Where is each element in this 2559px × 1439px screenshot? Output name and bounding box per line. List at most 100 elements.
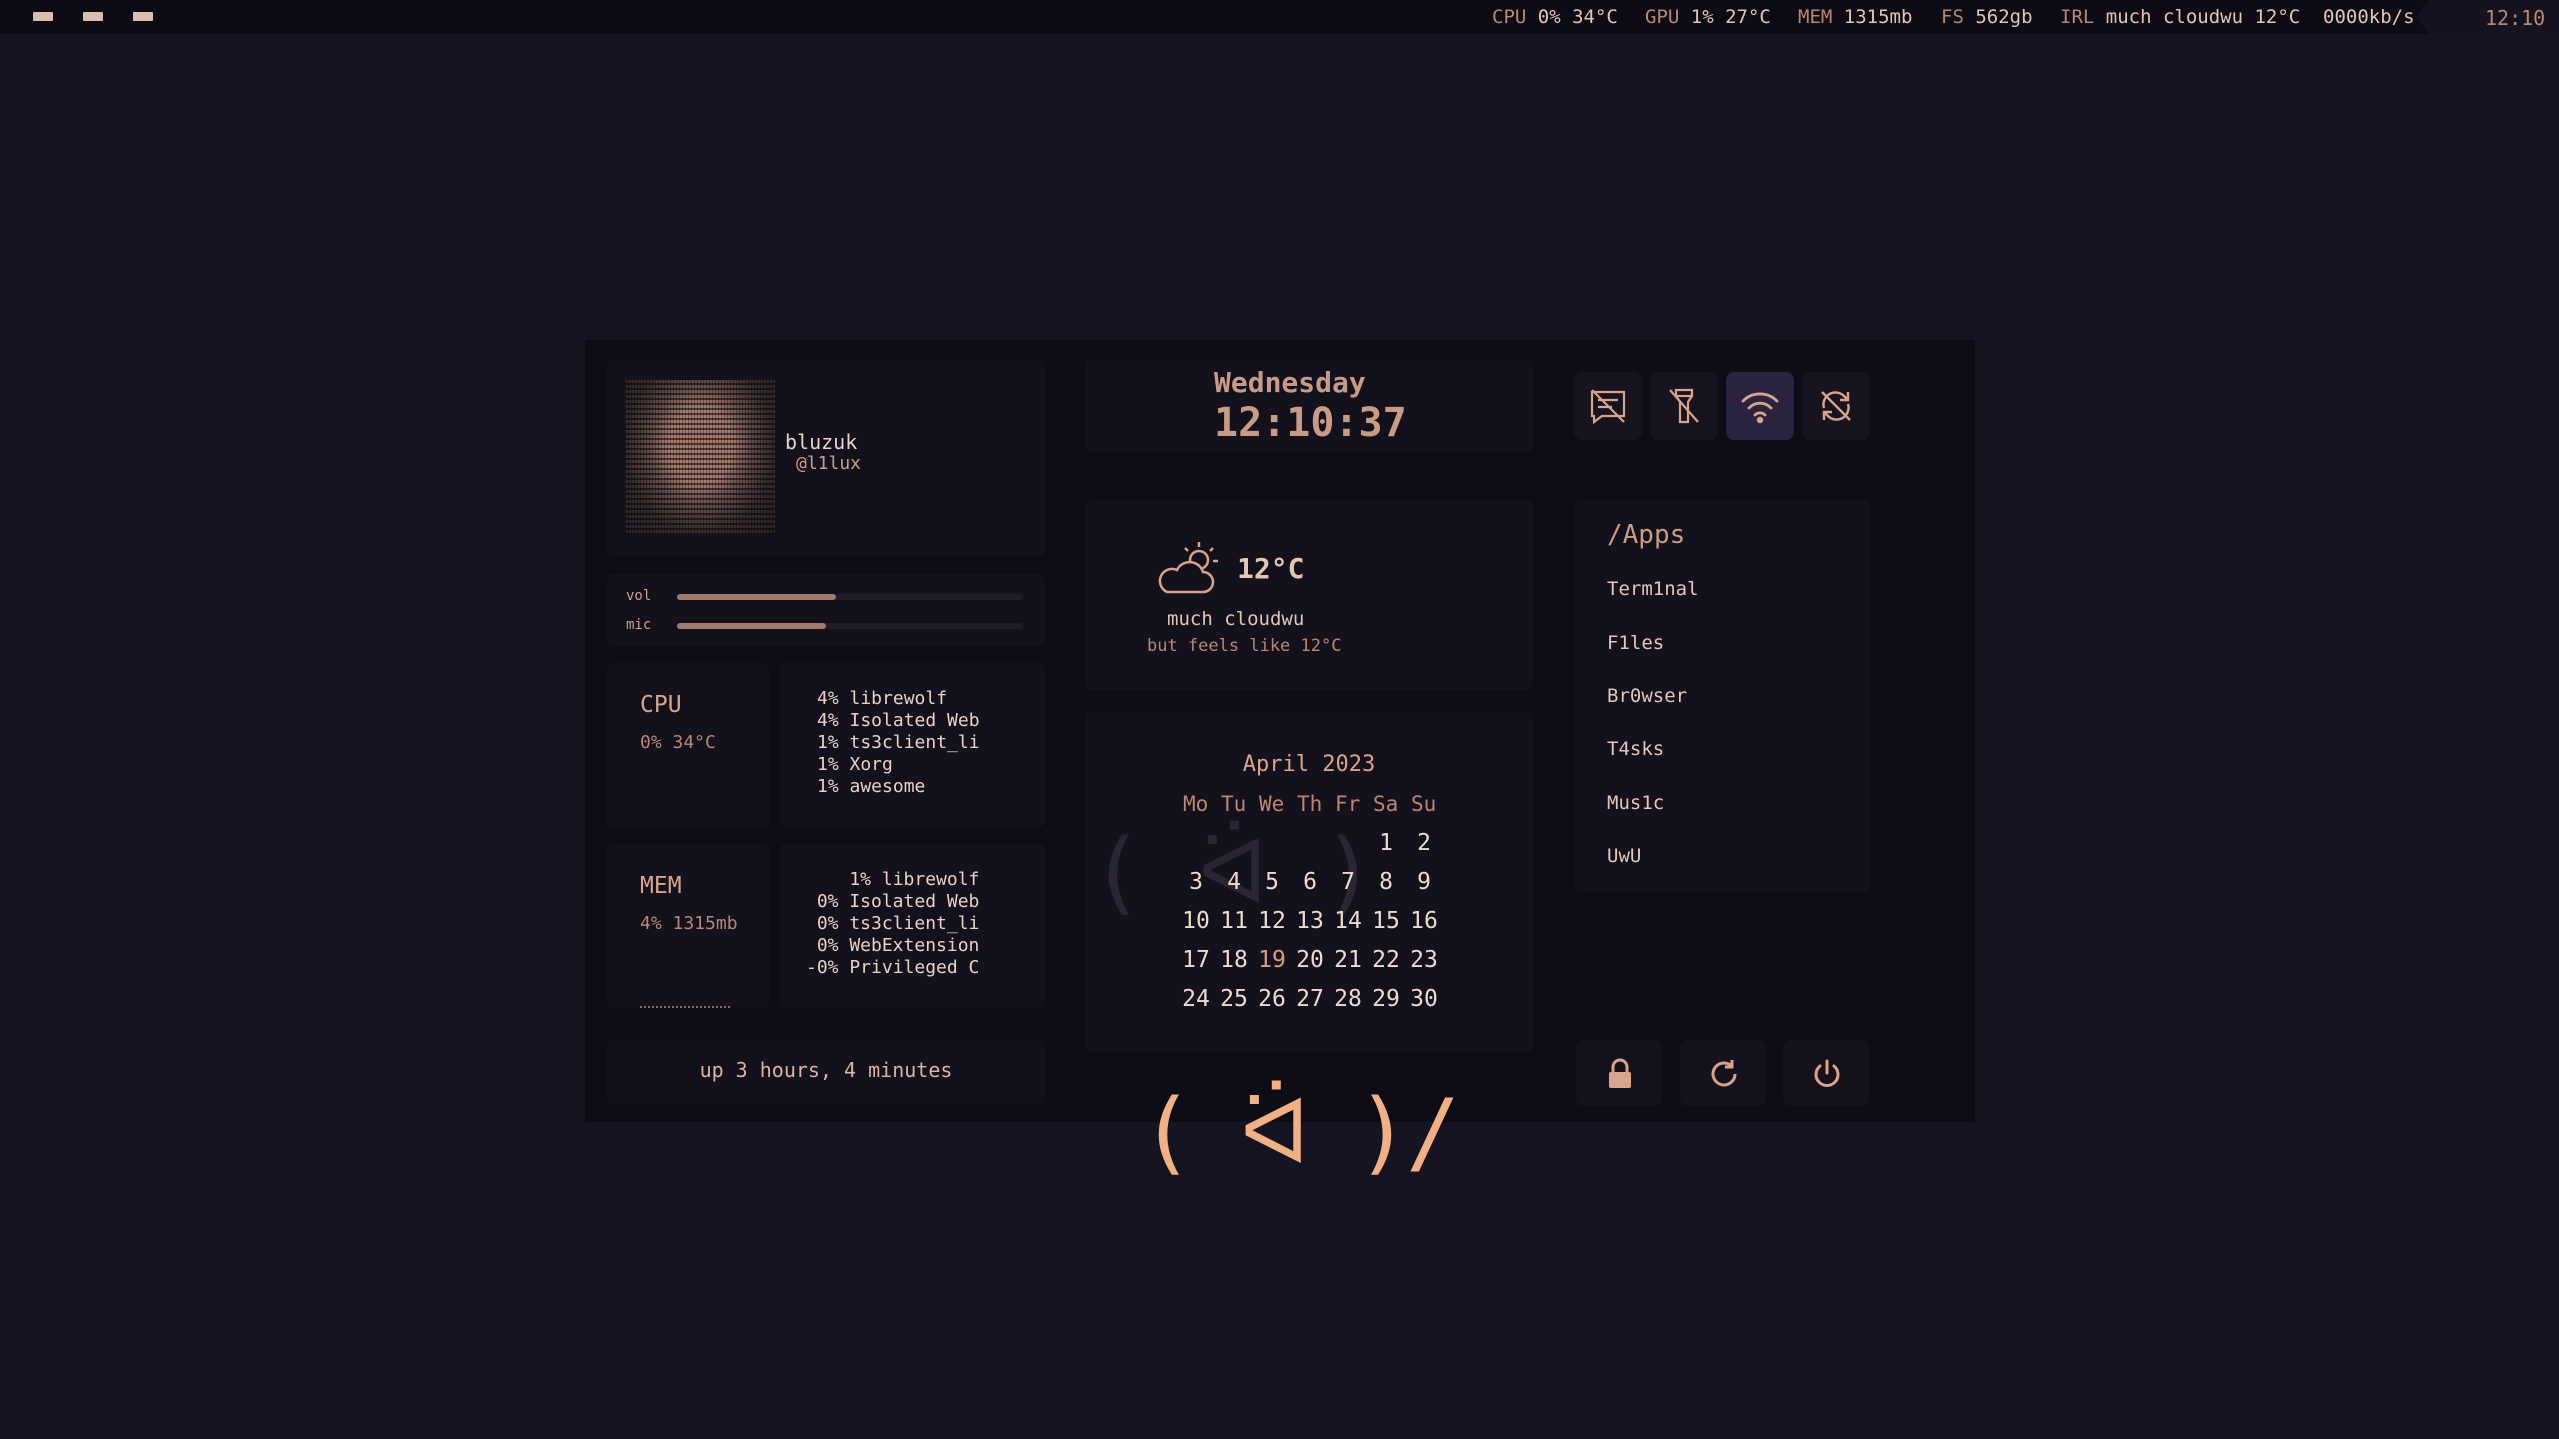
fs-stat: FS 562gb	[1941, 6, 2033, 28]
apps-title: /Apps	[1607, 520, 1686, 550]
list-item: 4% librewolf	[817, 688, 948, 709]
calendar-day[interactable]: 4	[1215, 869, 1253, 895]
calendar-day[interactable]: 25	[1215, 986, 1253, 1012]
cpu-stat: CPU 0% 34°C	[1492, 6, 1618, 28]
calendar-day[interactable]: 2	[1405, 830, 1443, 856]
calendar-day[interactable]: 24	[1177, 986, 1215, 1012]
sync-toggle[interactable]	[1802, 372, 1870, 440]
mem-stat: MEM 1315mb	[1798, 6, 1913, 28]
list-item: 0% WebExtension	[816, 935, 980, 956]
calendar-day[interactable]: 8	[1367, 869, 1405, 895]
calendar-weekday: Su	[1411, 792, 1437, 816]
mem-value: 4% 1315mb	[640, 913, 738, 934]
restart-icon	[1711, 1060, 1737, 1087]
vol-slider-fill	[677, 594, 837, 600]
list-item: -0% Privileged C	[806, 957, 980, 978]
calendar-day[interactable]: 13	[1291, 908, 1329, 934]
calendar-title: April 2023	[1242, 752, 1376, 777]
cpu-title: CPU	[640, 692, 682, 718]
calendar-day[interactable]: 12	[1253, 908, 1291, 934]
list-item: 0% Isolated Web	[816, 891, 980, 912]
app-browser[interactable]: Br0wser	[1607, 685, 1687, 707]
ascii-avatar	[625, 380, 775, 535]
mem-title: MEM	[640, 873, 682, 899]
list-item: 1% librewolf	[849, 869, 980, 890]
weather-stat: IRL much cloudwu 12°C	[2060, 6, 2301, 28]
calendar-day[interactable]: 9	[1405, 869, 1443, 895]
lock-icon	[1609, 1058, 1631, 1088]
flashlight-toggle[interactable]	[1650, 372, 1718, 440]
calendar-day[interactable]: 28	[1329, 986, 1367, 1012]
calendar-day-today[interactable]: 19	[1253, 947, 1291, 973]
list-item: 0% ts3client_li	[816, 913, 980, 934]
calendar-day[interactable]: 18	[1215, 947, 1253, 973]
calendar-day[interactable]: 17	[1177, 947, 1215, 973]
app-terminal[interactable]: Term1nal	[1607, 578, 1699, 600]
calendar-day[interactable]: 3	[1177, 869, 1215, 895]
vol-slider[interactable]	[677, 594, 1023, 600]
flashlight-off-icon	[1669, 388, 1699, 424]
list-item: 1% awesome	[817, 776, 926, 797]
cpu-value: 0% 34°C	[640, 732, 716, 753]
calendar-day[interactable]: 15	[1367, 908, 1405, 934]
calendar-weekday: Mo	[1183, 792, 1209, 816]
calendar-day[interactable]: 23	[1405, 947, 1443, 973]
calendar-day[interactable]: 27	[1291, 986, 1329, 1012]
cloud-sun-icon	[1155, 540, 1221, 604]
calendar-weekday: Fr	[1335, 792, 1361, 816]
calendar-day[interactable]: 20	[1291, 947, 1329, 973]
list-item: 4% Isolated Web	[817, 710, 980, 731]
net-stat: 0000kb/s	[2323, 6, 2415, 28]
calendar-day[interactable]: 16	[1405, 908, 1443, 934]
calendar-day[interactable]: 21	[1329, 947, 1367, 973]
wifi-icon	[1741, 392, 1779, 424]
weather-card	[1085, 500, 1533, 690]
wifi-toggle[interactable]	[1726, 372, 1794, 440]
app-uwu[interactable]: UwU	[1607, 845, 1641, 867]
profile-handle: @l1lux	[796, 453, 862, 474]
mic-label: mic	[626, 617, 652, 633]
calendar-day[interactable]: 26	[1253, 986, 1291, 1012]
notifications-off-icon	[1590, 389, 1626, 425]
calendar-day[interactable]: 30	[1405, 986, 1443, 1012]
calendar-day[interactable]: 14	[1329, 908, 1367, 934]
calendar-weekday: Tu	[1221, 792, 1247, 816]
mic-slider[interactable]	[677, 623, 1023, 629]
weather-desc: much cloudwu	[1167, 608, 1305, 630]
calendar-day[interactable]: 5	[1253, 869, 1291, 895]
app-music[interactable]: Mus1c	[1607, 792, 1664, 814]
calendar-day[interactable]: 6	[1291, 869, 1329, 895]
calendar-weekday: Th	[1297, 792, 1323, 816]
bar-clock[interactable]: 12:10	[2416, 0, 2559, 34]
calendar-day[interactable]: 7	[1329, 869, 1367, 895]
uptime-text: up 3 hours, 4 minutes	[699, 1058, 953, 1082]
list-item: 1% Xorg	[817, 754, 893, 775]
sync-off-icon	[1821, 391, 1851, 421]
calendar-day[interactable]: 22	[1367, 947, 1405, 973]
weather-temp: 12°C	[1237, 552, 1305, 585]
calendar-day[interactable]: 10	[1177, 908, 1215, 934]
app-tasks[interactable]: T4sks	[1607, 738, 1664, 760]
weather-feels: but feels like 12°C	[1147, 636, 1342, 656]
calendar-day[interactable]: 29	[1367, 986, 1405, 1012]
cpu-process-list: 4% librewolf 4% Isolated Web 1% ts3clien…	[817, 688, 980, 798]
lock-button[interactable]	[1576, 1040, 1662, 1106]
calendar-day[interactable]: 11	[1215, 908, 1253, 934]
weekday-label: Wednesday	[1214, 366, 1366, 399]
workspace-tag-2[interactable]	[83, 12, 103, 21]
notifications-toggle[interactable]	[1574, 372, 1642, 440]
gpu-stat: GPU 1% 27°C	[1645, 6, 1771, 28]
app-files[interactable]: F1les	[1607, 632, 1664, 654]
workspace-tag-1[interactable]	[33, 12, 53, 21]
vol-label: vol	[626, 588, 652, 604]
workspace-tag-3[interactable]	[133, 12, 153, 21]
sliders-card	[607, 574, 1045, 646]
calendar-day[interactable]: 1	[1367, 830, 1405, 856]
calendar-weekday: We	[1259, 792, 1285, 816]
kaomoji-decoration: ( ᐛ )/	[1140, 1080, 1460, 1185]
mem-sparkline	[640, 1006, 732, 1008]
power-button[interactable]	[1783, 1040, 1869, 1106]
calendar-weekday: Sa	[1373, 792, 1399, 816]
power-icon	[1814, 1059, 1840, 1087]
restart-button[interactable]	[1680, 1040, 1766, 1106]
